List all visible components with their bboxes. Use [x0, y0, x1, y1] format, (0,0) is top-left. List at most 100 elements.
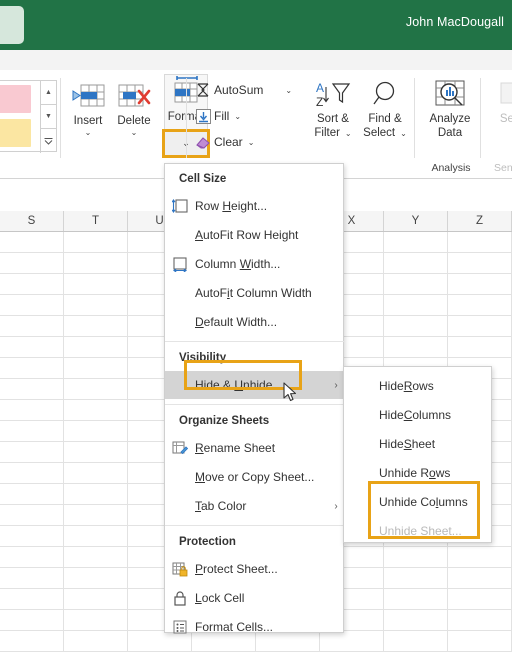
grid-cell[interactable] — [0, 589, 64, 610]
grid-cell[interactable] — [448, 589, 512, 610]
submenu-item-hide-rows[interactable]: Hide Rows — [344, 371, 493, 400]
clear-caret-icon[interactable]: ⌄ — [248, 138, 255, 147]
menu-item-rename-sheet[interactable]: Rename Sheet — [165, 434, 345, 462]
grid-cell[interactable] — [0, 505, 64, 526]
grid-cell[interactable] — [64, 547, 128, 568]
format-dropdown-menu[interactable]: Cell Size Row Height... AutoFit Row Height… — [164, 163, 345, 634]
column-header-Z[interactable]: Z — [448, 211, 512, 231]
grid-cell[interactable] — [384, 337, 448, 358]
grid-cell[interactable] — [64, 526, 128, 547]
analyze-data-button[interactable]: Analyze Data — [425, 76, 475, 140]
grid-cell[interactable] — [384, 589, 448, 610]
grid-cell[interactable] — [0, 442, 64, 463]
grid-cell[interactable] — [64, 400, 128, 421]
grid-cell[interactable] — [64, 631, 128, 652]
grid-cell[interactable] — [64, 421, 128, 442]
grid-cell[interactable] — [384, 253, 448, 274]
column-header-T[interactable]: T — [64, 211, 128, 231]
grid-cell[interactable] — [448, 316, 512, 337]
grid-cell[interactable] — [384, 631, 448, 652]
menu-item-column-width[interactable]: Column Width... — [165, 250, 345, 278]
grid-cell[interactable] — [384, 316, 448, 337]
grid-cell[interactable] — [64, 253, 128, 274]
column-header-Y[interactable]: Y — [384, 211, 448, 231]
find-select-button[interactable]: Find & Select ⌄ — [360, 76, 410, 141]
cell-styles-gallery[interactable]: ▲ ▼ — [0, 80, 57, 153]
menu-item-autofit-row-height[interactable]: AutoFit Row Height — [165, 221, 345, 249]
grid-cell[interactable] — [0, 295, 64, 316]
grid-cell[interactable] — [64, 589, 128, 610]
grid-cell[interactable] — [64, 505, 128, 526]
gallery-scroll-up-icon[interactable]: ▲ — [41, 81, 56, 105]
grid-cell[interactable] — [64, 379, 128, 400]
grid-cell[interactable] — [0, 463, 64, 484]
grid-cell[interactable] — [448, 295, 512, 316]
grid-cell[interactable] — [384, 568, 448, 589]
sort-filter-button[interactable]: A Z Sort & Filter ⌄ — [308, 76, 358, 141]
grid-cell[interactable] — [448, 610, 512, 631]
grid-cell[interactable] — [448, 253, 512, 274]
grid-cell[interactable] — [0, 274, 64, 295]
gallery-more-icon[interactable] — [41, 129, 56, 153]
menu-item-default-width[interactable]: Default Width... — [165, 308, 345, 336]
menu-item-tab-color[interactable]: Tab Color › — [165, 492, 345, 520]
grid-cell[interactable] — [384, 547, 448, 568]
menu-item-protect-sheet[interactable]: Protect Sheet... — [165, 555, 345, 583]
grid-cell[interactable] — [64, 484, 128, 505]
autosum-button[interactable]: AutoSum ⌄ — [192, 78, 292, 102]
grid-cell[interactable] — [0, 379, 64, 400]
titlebar-tab[interactable] — [0, 6, 24, 44]
grid-cell[interactable] — [0, 547, 64, 568]
grid-cell[interactable] — [384, 232, 448, 253]
find-select-caret-icon[interactable]: ⌄ — [400, 129, 407, 138]
grid-cell[interactable] — [448, 232, 512, 253]
grid-cell[interactable] — [0, 610, 64, 631]
grid-cell[interactable] — [0, 253, 64, 274]
menu-item-row-height[interactable]: Row Height... — [165, 192, 345, 220]
grid-cell[interactable] — [384, 610, 448, 631]
grid-cell[interactable] — [64, 442, 128, 463]
grid-cell[interactable] — [448, 337, 512, 358]
grid-cell[interactable] — [0, 526, 64, 547]
grid-cell[interactable] — [64, 463, 128, 484]
menu-item-move-or-copy-sheet[interactable]: Move or Copy Sheet... — [165, 463, 345, 491]
menu-item-lock-cell[interactable]: Lock Cell — [165, 584, 345, 612]
grid-cell[interactable] — [0, 631, 64, 652]
grid-cell[interactable] — [0, 400, 64, 421]
autosum-caret-icon[interactable]: ⌄ — [285, 86, 292, 95]
grid-cell[interactable] — [0, 358, 64, 379]
menu-item-autofit-column-width[interactable]: AutoFit Column Width — [165, 279, 345, 307]
grid-cell[interactable] — [448, 568, 512, 589]
grid-cell[interactable] — [64, 295, 128, 316]
grid-cell[interactable] — [0, 421, 64, 442]
grid-cell[interactable] — [64, 358, 128, 379]
style-swatch-pink[interactable] — [0, 85, 31, 113]
style-swatch-yellow[interactable] — [0, 119, 31, 147]
menu-item-format-cells[interactable]: Format Cells... — [165, 613, 345, 641]
grid-cell[interactable] — [0, 484, 64, 505]
grid-cell[interactable] — [64, 610, 128, 631]
submenu-item-hide-sheet[interactable]: Hide Sheet — [344, 429, 493, 458]
sort-filter-caret-icon[interactable]: ⌄ — [345, 129, 352, 138]
fill-caret-icon[interactable]: ⌄ — [234, 112, 241, 121]
grid-cell[interactable] — [64, 568, 128, 589]
grid-cell[interactable] — [0, 337, 64, 358]
delete-cells-button[interactable]: Delete ⌄ — [112, 76, 156, 154]
column-header-S[interactable]: S — [0, 211, 64, 231]
grid-cell[interactable] — [0, 232, 64, 253]
delete-caret-icon[interactable]: ⌄ — [131, 128, 138, 138]
insert-caret-icon[interactable]: ⌄ — [85, 128, 92, 138]
fill-button[interactable]: Fill ⌄ — [192, 104, 241, 128]
grid-cell[interactable] — [448, 274, 512, 295]
grid-cell[interactable] — [64, 316, 128, 337]
grid-cell[interactable] — [64, 274, 128, 295]
gallery-scroll-down-icon[interactable]: ▼ — [41, 105, 56, 129]
grid-cell[interactable] — [0, 568, 64, 589]
insert-cells-button[interactable]: Insert ⌄ — [66, 76, 110, 154]
grid-cell[interactable] — [64, 337, 128, 358]
submenu-item-hide-columns[interactable]: Hide Columns — [344, 400, 493, 429]
grid-cell[interactable] — [384, 295, 448, 316]
grid-cell[interactable] — [448, 547, 512, 568]
grid-cell[interactable] — [384, 274, 448, 295]
grid-cell[interactable] — [64, 232, 128, 253]
